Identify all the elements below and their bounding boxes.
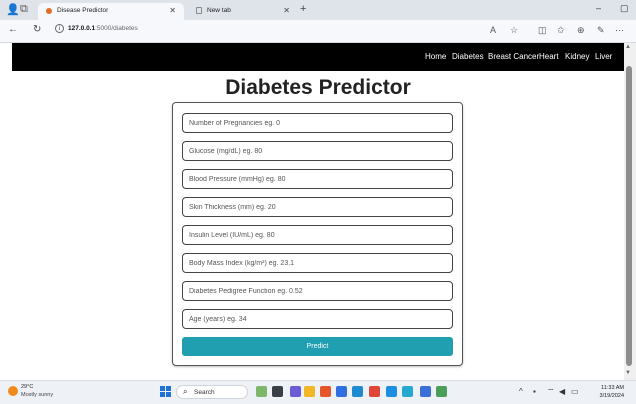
collections-icon[interactable]: ⊕: [577, 25, 585, 36]
tab-title: Disease Predictor: [57, 7, 109, 14]
taskbar-search[interactable]: ⌕ Search: [176, 385, 248, 399]
opera-icon[interactable]: [369, 386, 380, 397]
tab-disease-predictor[interactable]: Disease Predictor ✕: [38, 3, 184, 20]
insulin-input[interactable]: [182, 225, 453, 245]
tab-new-tab[interactable]: New tab ✕: [188, 3, 298, 20]
battery-icon[interactable]: ▭: [571, 387, 579, 396]
extensions-icon[interactable]: ✎: [597, 25, 605, 36]
chrome-canary-icon[interactable]: [436, 386, 447, 397]
tab-title: New tab: [207, 7, 231, 14]
vscode-icon[interactable]: [352, 386, 363, 397]
blood-pressure-input[interactable]: [182, 169, 453, 189]
page-icon: [196, 7, 202, 14]
volume-icon[interactable]: ◀: [559, 387, 565, 396]
address-bar: ← ↻ i 127.0.0.1:5000/diabetes A ☆ ◫ ✩ ⊕ …: [0, 20, 636, 43]
app-tray-icon[interactable]: ▪: [533, 387, 536, 396]
store-icon[interactable]: [420, 386, 431, 397]
clock-date: 3/19/2024: [599, 393, 624, 399]
bmi-input[interactable]: [182, 253, 453, 273]
taskbar: 29°C Mostly sunny ⌕ Search ^ ▪ ⌔ ◀ ▭ 11:…: [0, 380, 636, 404]
task-view-icon[interactable]: [272, 386, 283, 397]
minimize-button[interactable]: –: [596, 3, 601, 13]
weather-description[interactable]: Mostly sunny: [21, 392, 53, 398]
favorites-icon[interactable]: ✩: [557, 25, 565, 36]
workspaces-icon[interactable]: ⧉: [20, 3, 28, 16]
maximize-button[interactable]: ▢: [620, 3, 629, 14]
more-options-icon[interactable]: ⋯: [615, 25, 624, 36]
split-screen-icon[interactable]: ◫: [538, 25, 547, 36]
nav-link-breast-cancer[interactable]: Breast Cancer: [488, 52, 539, 61]
age-input[interactable]: [182, 309, 453, 329]
new-tab-button[interactable]: +: [300, 3, 306, 15]
nav-link-liver[interactable]: Liver: [595, 52, 612, 61]
nav-link-diabetes[interactable]: Diabetes: [452, 52, 484, 61]
pedigree-function-input[interactable]: [182, 281, 453, 301]
scroll-down-icon[interactable]: ▼: [625, 370, 631, 376]
clock-time: 11:33 AM: [601, 385, 624, 391]
profile-icon[interactable]: 👤: [6, 3, 20, 16]
skin-thickness-input[interactable]: [182, 197, 453, 217]
glucose-input[interactable]: [182, 141, 453, 161]
taskbar-clock[interactable]: 11:33 AM 3/19/2024: [596, 384, 624, 400]
chevron-up-icon[interactable]: ^: [519, 387, 523, 396]
read-aloud-icon[interactable]: A: [490, 25, 496, 35]
close-icon[interactable]: ✕: [169, 6, 176, 15]
edge-dev-icon[interactable]: [402, 386, 413, 397]
scrollbar-thumb[interactable]: [626, 66, 632, 366]
search-label: Search: [194, 389, 215, 396]
wifi-icon[interactable]: ⌔: [547, 387, 555, 397]
weather-temperature[interactable]: 29°C: [21, 384, 33, 390]
page-title: Diabetes Predictor: [225, 76, 411, 99]
browser-tab-bar: 👤 ⧉ Disease Predictor ✕ New tab ✕ + – ▢: [0, 0, 636, 20]
nav-link-heart[interactable]: Heart: [539, 52, 559, 61]
nav-link-kidney[interactable]: Kidney: [565, 52, 589, 61]
site-info-icon[interactable]: i: [55, 24, 64, 33]
url-field[interactable]: 127.0.0.1:5000/diabetes: [68, 25, 138, 32]
windows-start-icon[interactable]: [160, 386, 171, 397]
file-explorer-icon[interactable]: [304, 386, 315, 397]
scroll-up-icon[interactable]: ▲: [625, 44, 631, 50]
nav-link-home[interactable]: Home: [425, 52, 446, 61]
edge-icon[interactable]: [386, 386, 397, 397]
widgets-icon[interactable]: [256, 386, 267, 397]
site-navbar: Home Diabetes Breast Cancer Heart Kidney…: [12, 43, 624, 71]
search-icon: ⌕: [183, 387, 188, 396]
site-favicon-icon: [46, 8, 52, 14]
close-icon[interactable]: ✕: [283, 6, 290, 15]
brave-browser-icon[interactable]: [320, 386, 331, 397]
weather-sun-icon[interactable]: [8, 386, 18, 396]
reload-icon[interactable]: ↻: [33, 24, 41, 35]
pregnancies-input[interactable]: [182, 113, 453, 133]
back-arrow-icon[interactable]: ←: [8, 24, 18, 35]
chrome-icon[interactable]: [336, 386, 347, 397]
teams-icon[interactable]: [290, 386, 301, 397]
favorite-star-icon[interactable]: ☆: [510, 25, 518, 36]
predict-button[interactable]: Predict: [182, 337, 453, 356]
